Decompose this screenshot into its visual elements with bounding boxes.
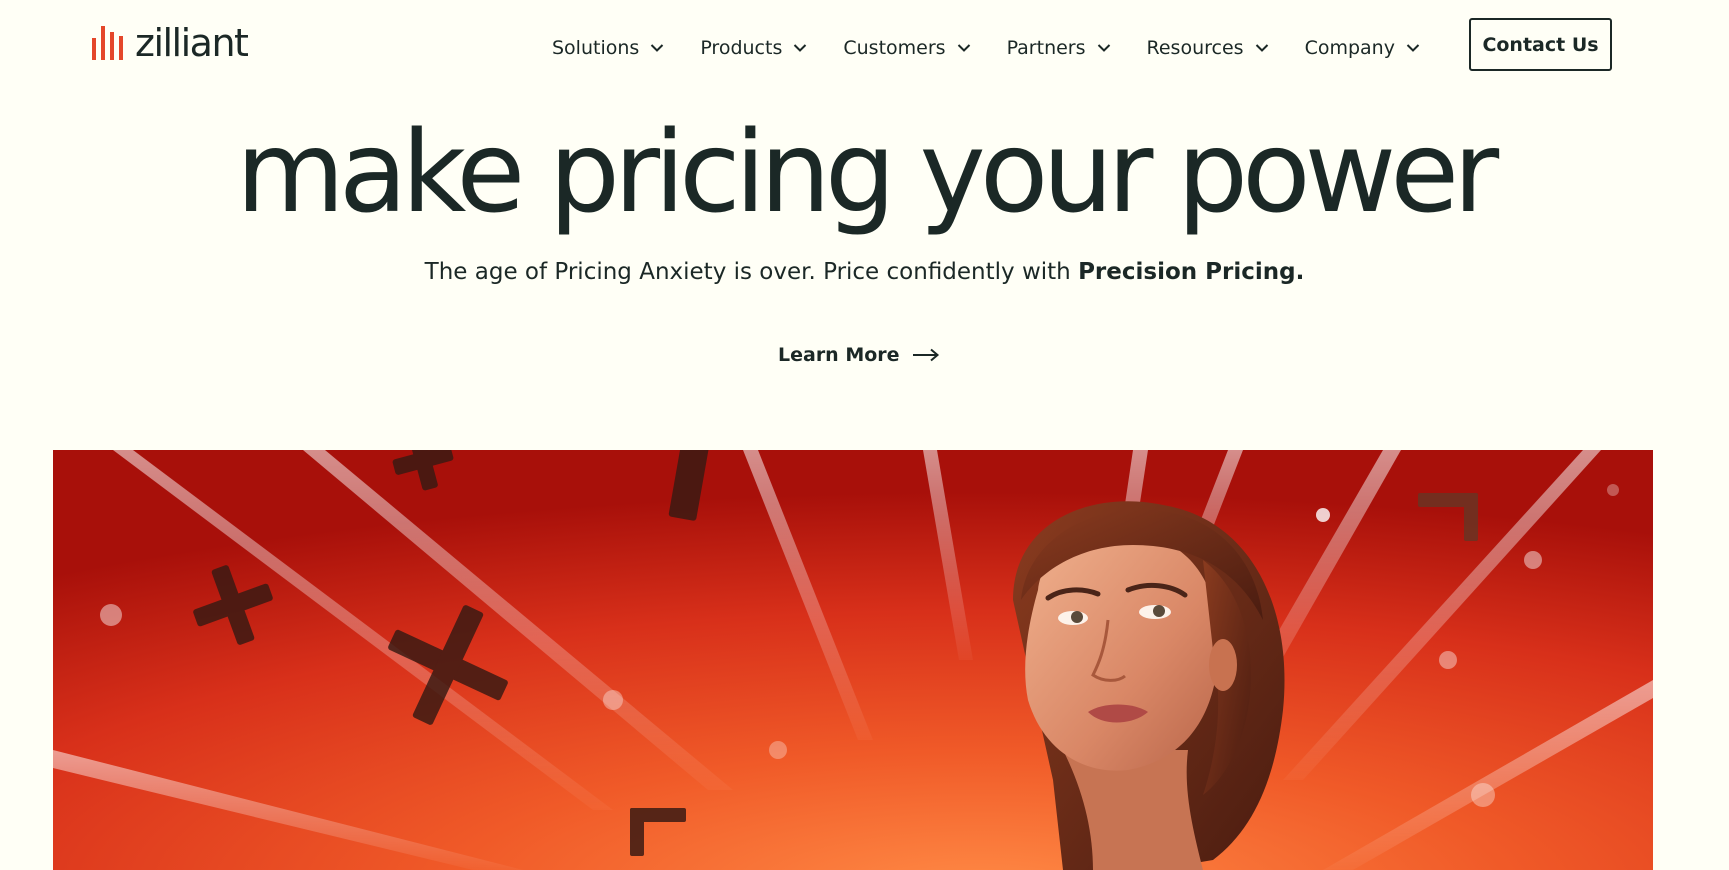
- site-header: zilliant Solutions Products Customers Pa…: [0, 0, 1729, 90]
- nav-item-customers[interactable]: Customers: [843, 37, 970, 59]
- nav-item-solutions[interactable]: Solutions: [552, 37, 664, 59]
- learn-more-link[interactable]: Learn More: [778, 339, 940, 371]
- chevron-down-icon: [957, 44, 970, 52]
- hero-subtitle-bold: Precision Pricing.: [1078, 259, 1305, 285]
- chevron-down-icon: [651, 44, 664, 52]
- hero-subtitle: The age of Pricing Anxiety is over. Pric…: [0, 255, 1729, 289]
- hero-title: make pricing your power: [235, 108, 1499, 238]
- hero-photo-illustration: [53, 450, 1653, 870]
- chevron-down-icon: [794, 44, 807, 52]
- nav-item-label: Partners: [1006, 37, 1086, 59]
- logo-wordmark: zilliant: [135, 21, 249, 65]
- zilliant-logo[interactable]: zilliant: [92, 21, 249, 65]
- chevron-down-icon: [1097, 44, 1110, 52]
- contact-us-button[interactable]: Contact Us: [1469, 18, 1612, 71]
- nav-item-partners[interactable]: Partners: [1007, 37, 1111, 59]
- nav-item-company[interactable]: Company: [1305, 37, 1420, 59]
- hero-subtitle-text: The age of Pricing Anxiety is over. Pric…: [424, 259, 1079, 285]
- arrow-right-icon: [912, 348, 939, 362]
- chevron-down-icon: [1255, 44, 1268, 52]
- nav-item-resources[interactable]: Resources: [1147, 37, 1269, 59]
- nav-item-label: Resources: [1146, 37, 1244, 59]
- learn-more-label: Learn More: [778, 344, 900, 366]
- chevron-down-icon: [1406, 44, 1420, 52]
- nav-item-label: Company: [1304, 37, 1395, 59]
- page: zilliant Solutions Products Customers Pa…: [0, 0, 1729, 870]
- nav-item-label: Products: [700, 37, 783, 59]
- nav-item-products[interactable]: Products: [700, 37, 807, 59]
- nav-item-label: Customers: [843, 37, 946, 59]
- logo-bars-icon: [92, 26, 123, 60]
- hero-photo: [53, 450, 1653, 870]
- nav-item-label: Solutions: [552, 37, 640, 59]
- main-nav: Solutions Products Customers Partners Re…: [552, 30, 1420, 66]
